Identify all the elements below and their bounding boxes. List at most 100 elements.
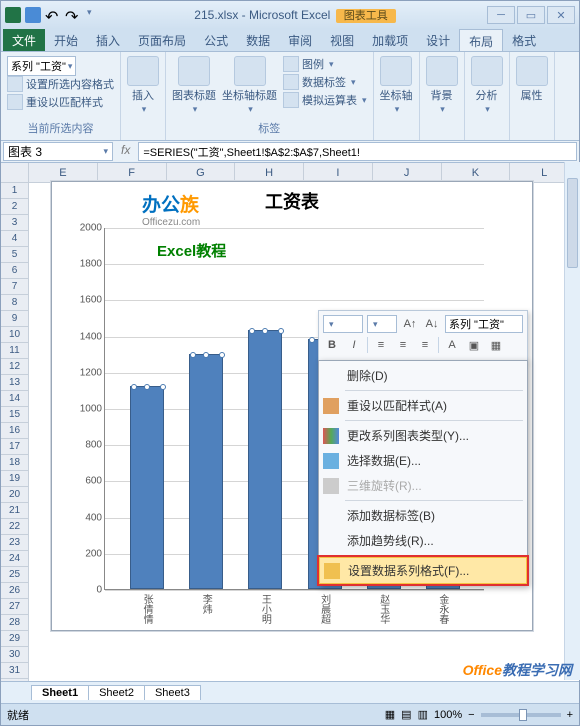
tab-addins[interactable]: 加载项 — [363, 29, 417, 51]
tab-formulas[interactable]: 公式 — [195, 29, 237, 51]
data-table-button[interactable]: 模拟运算表▾ — [283, 92, 367, 108]
tab-data[interactable]: 数据 — [237, 29, 279, 51]
view-pagebreak-icon[interactable]: ▥ — [418, 708, 428, 721]
menu-format-data-series[interactable]: 设置数据系列格式(F)... — [319, 557, 527, 584]
sheet-tab-1[interactable]: Sheet1 — [31, 685, 89, 700]
sheet-tab-2[interactable]: Sheet2 — [88, 685, 145, 700]
formula-bar-row: 图表 3▾ fx =SERIES("工资",Sheet1!$A$2:$A$7,S… — [1, 141, 579, 163]
bold-icon[interactable]: B — [323, 336, 341, 354]
mini-toolbar[interactable]: ▾ ▾ A↑ A↓ 系列 "工资" B I ≡ ≡ ≡ A — [318, 310, 528, 362]
tab-view[interactable]: 视图 — [321, 29, 363, 51]
rotate-3d-icon — [323, 478, 339, 494]
align-right-icon[interactable]: ≡ — [416, 336, 434, 354]
analysis-icon — [471, 56, 503, 86]
ribbon-tabs: 文件 开始 插入 页面布局 公式 数据 审阅 视图 加载项 设计 布局 格式 — [1, 29, 579, 51]
group-label-selection: 当前所选内容 — [7, 120, 114, 136]
redo-icon[interactable]: ↷ — [65, 7, 81, 23]
reset-style-icon — [323, 398, 339, 414]
zoom-level[interactable]: 100% — [434, 709, 462, 721]
x-category: 张倩情 — [139, 594, 154, 624]
tab-format[interactable]: 格式 — [503, 29, 545, 51]
chart-type-icon — [323, 428, 339, 444]
undo-icon[interactable]: ↶ — [45, 7, 61, 23]
tab-insert[interactable]: 插入 — [87, 29, 129, 51]
italic-icon[interactable]: I — [345, 336, 363, 354]
series-name-field[interactable]: 系列 "工资" — [445, 315, 523, 333]
axis-titles-button[interactable]: 坐标轴标题▾ — [222, 56, 277, 115]
tab-file[interactable]: 文件 — [3, 29, 45, 51]
quick-access-toolbar[interactable]: ↶ ↷ ▾ — [25, 7, 103, 23]
bar-0[interactable] — [130, 386, 164, 589]
background-button[interactable]: 背景▾ — [426, 56, 458, 115]
grow-font-icon[interactable]: A↑ — [401, 315, 419, 333]
chart-element-selector[interactable]: 系列 "工资"▾ — [7, 56, 76, 76]
menu-3d-rotate: 三维旋转(R)... — [319, 473, 527, 498]
tab-page-layout[interactable]: 页面布局 — [129, 29, 195, 51]
zoom-slider[interactable] — [481, 713, 561, 717]
window-title: 215.xlsx - Microsoft Excel 图表工具 — [103, 7, 487, 23]
formula-bar[interactable]: =SERIES("工资",Sheet1!$A$2:$A$7,Sheet1! — [138, 142, 577, 161]
zoom-out-button[interactable]: − — [468, 709, 474, 721]
axes-button[interactable]: 坐标轴▾ — [380, 56, 413, 115]
name-box[interactable]: 图表 3▾ — [3, 142, 113, 161]
border-icon[interactable]: ▦ — [487, 336, 505, 354]
menu-add-trendline[interactable]: 添加趋势线(R)... — [319, 528, 527, 553]
font-size-field[interactable]: ▾ — [367, 315, 397, 333]
qat-more-icon[interactable]: ▾ — [87, 7, 103, 23]
menu-change-chart-type[interactable]: 更改系列图表类型(Y)... — [319, 423, 527, 448]
menu-reset-style[interactable]: 重设以匹配样式(A) — [319, 393, 527, 418]
menu-select-data[interactable]: 选择数据(E)... — [319, 448, 527, 473]
reset-style-button[interactable]: 重设以匹配样式 — [7, 94, 114, 110]
tab-home[interactable]: 开始 — [45, 29, 87, 51]
status-ready: 就绪 — [7, 707, 29, 723]
sheet-tab-3[interactable]: Sheet3 — [144, 685, 201, 700]
row-headers[interactable]: for(let i=1;i<=31;i++)document.write('<d… — [1, 163, 29, 681]
chart-title-button[interactable]: 图表标题▾ — [172, 56, 216, 115]
format-series-icon — [324, 563, 340, 579]
format-selection-button[interactable]: 设置所选内容格式 — [7, 76, 114, 92]
view-page-layout-icon[interactable]: ▤ — [401, 708, 411, 721]
analysis-button[interactable]: 分析▾ — [471, 56, 503, 115]
insert-button[interactable]: 插入▾ — [127, 56, 159, 115]
x-category: 赵玉华 — [376, 594, 391, 624]
save-icon[interactable] — [25, 7, 41, 23]
ribbon: 系列 "工资"▾ 设置所选内容格式 重设以匹配样式 当前所选内容 插入▾ 图表标… — [1, 51, 579, 141]
axis-titles-icon — [234, 56, 266, 86]
view-normal-icon[interactable]: ▦ — [385, 708, 395, 721]
restore-button[interactable]: ▭ — [517, 6, 545, 24]
legend-button[interactable]: 图例▾ — [283, 56, 367, 72]
menu-delete[interactable]: 删除(D) — [319, 363, 527, 388]
properties-button[interactable]: 属性 — [516, 56, 548, 103]
font-color-icon[interactable]: A — [443, 336, 461, 354]
axes-icon — [380, 56, 412, 86]
tab-review[interactable]: 审阅 — [279, 29, 321, 51]
context-tab-group: 图表工具 — [336, 9, 396, 23]
zoom-in-button[interactable]: + — [567, 709, 573, 721]
data-labels-button[interactable]: 数据标签▾ — [283, 74, 367, 90]
column-headers[interactable]: EFGHIJKL — [29, 163, 579, 183]
tab-layout[interactable]: 布局 — [459, 29, 503, 51]
shrink-font-icon[interactable]: A↓ — [423, 315, 441, 333]
group-label-labels: 标签 — [172, 120, 367, 136]
site-watermark: Office教程学习网 — [463, 660, 572, 680]
minimize-button[interactable]: ─ — [487, 6, 515, 24]
close-button[interactable]: ✕ — [547, 6, 575, 24]
x-category: 王小明 — [257, 594, 272, 624]
tab-design[interactable]: 设计 — [417, 29, 459, 51]
chart-title-icon — [178, 56, 210, 86]
vertical-scrollbar[interactable] — [564, 162, 580, 680]
fill-color-icon[interactable]: ▣ — [465, 336, 483, 354]
data-labels-icon — [283, 74, 299, 90]
fx-label[interactable]: fx — [115, 141, 136, 162]
properties-icon — [516, 56, 548, 86]
menu-add-data-labels[interactable]: 添加数据标签(B) — [319, 503, 527, 528]
font-family-field[interactable]: ▾ — [323, 315, 363, 333]
format-selection-icon — [7, 76, 23, 92]
chart-title-text[interactable]: 工资表 — [52, 182, 532, 216]
sheet-tabs: Sheet1 Sheet2 Sheet3 — [1, 681, 579, 703]
bar-2[interactable] — [248, 330, 282, 589]
align-center-icon[interactable]: ≡ — [394, 336, 412, 354]
chart-object[interactable]: 办公族Officezu.com 工资表 Excel教程 工资 ▾ ▾ A↑ A↓… — [51, 181, 533, 631]
bar-1[interactable] — [189, 354, 223, 589]
align-left-icon[interactable]: ≡ — [372, 336, 390, 354]
